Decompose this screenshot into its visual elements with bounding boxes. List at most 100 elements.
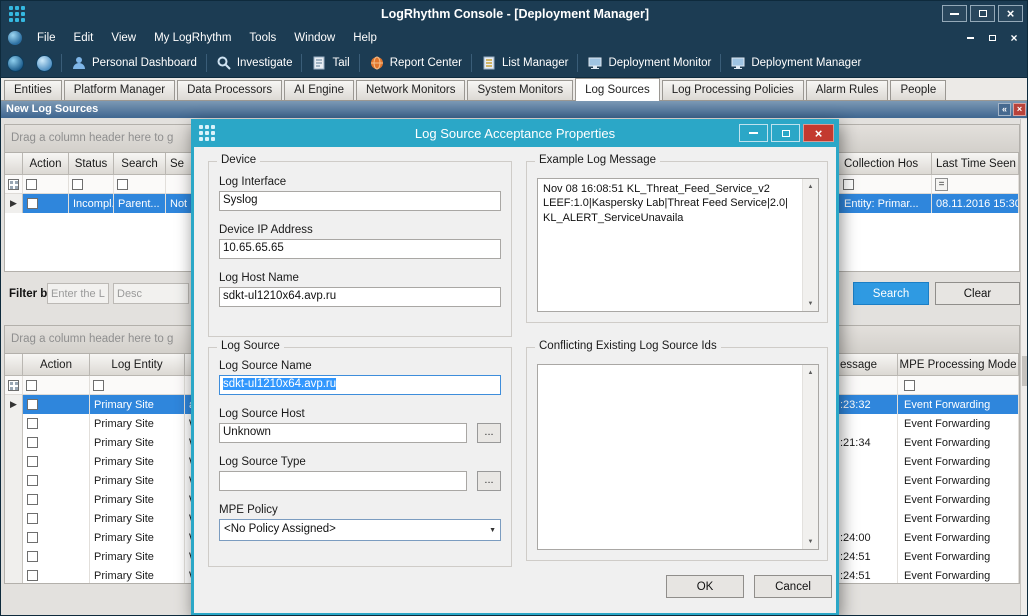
column-header-action[interactable]: Action	[23, 153, 69, 174]
menu-view[interactable]: View	[102, 27, 145, 49]
log-source-filter-input[interactable]	[47, 283, 109, 304]
report-center-button[interactable]: Report Center	[362, 49, 469, 77]
log-source-host-browse-button[interactable]: ...	[477, 423, 501, 443]
menu-tools[interactable]: Tools	[240, 27, 285, 49]
scrollbar-thumb[interactable]	[1022, 356, 1027, 386]
filter-checkbox[interactable]	[117, 179, 128, 190]
dialog-titlebar[interactable]: Log Source Acceptance Properties ×	[191, 119, 839, 147]
log-host-name-field[interactable]: sdkt-ul1210x64.avp.ru	[219, 287, 501, 307]
mdi-close-button[interactable]: ×	[1007, 31, 1021, 45]
mdi-minimize-button[interactable]	[963, 31, 977, 45]
dialog-close-button[interactable]: ×	[803, 124, 834, 142]
tab-data-processors[interactable]: Data Processors	[177, 80, 282, 100]
column-header-mpe-processing-mode[interactable]: MPE Processing Mode	[898, 354, 1019, 375]
column-header-log-entity[interactable]: Log Entity	[90, 354, 185, 375]
log-source-host-field[interactable]: Unknown	[219, 423, 467, 443]
menu-file[interactable]: File	[28, 27, 65, 49]
row-checkbox[interactable]	[27, 437, 38, 448]
column-header-message-cut[interactable]: essage	[840, 354, 898, 375]
row-checkbox[interactable]	[27, 513, 38, 524]
scroll-down-icon[interactable]: ▼	[803, 534, 818, 549]
status-cell: Incompl...	[69, 194, 114, 213]
tab-log-sources[interactable]: Log Sources	[575, 78, 660, 101]
row-checkbox[interactable]	[27, 551, 38, 562]
tab-ai-engine[interactable]: AI Engine	[284, 80, 354, 100]
menu-my-logrhythm[interactable]: My LogRhythm	[145, 27, 240, 49]
filter-checkbox[interactable]	[843, 179, 854, 190]
row-checkbox[interactable]	[27, 456, 38, 467]
tab-platform-manager[interactable]: Platform Manager	[64, 80, 175, 100]
tab-log-processing-policies[interactable]: Log Processing Policies	[662, 80, 804, 100]
tab-entities[interactable]: Entities	[4, 80, 62, 100]
restore-button[interactable]	[970, 5, 995, 22]
menu-window[interactable]: Window	[285, 27, 344, 49]
log-source-name-field[interactable]: sdkt-ul1210x64.avp.ru	[219, 375, 501, 395]
menu-edit[interactable]: Edit	[65, 27, 103, 49]
filter-equals-operator[interactable]: =	[935, 178, 948, 191]
textarea-scrollbar[interactable]: ▲ ▼	[802, 179, 818, 311]
ok-button[interactable]: OK	[666, 575, 744, 598]
search-button[interactable]: Search	[853, 282, 929, 305]
panel-collapse-button[interactable]: «	[998, 103, 1011, 116]
device-ip-field[interactable]: 10.65.65.65	[219, 239, 501, 259]
report-center-label: Report Center	[390, 57, 462, 69]
personal-dashboard-button[interactable]: Personal Dashboard	[64, 49, 204, 77]
scroll-down-icon[interactable]: ▼	[803, 296, 818, 311]
deployment-monitor-button[interactable]: Deployment Monitor	[580, 49, 718, 77]
filter-checkbox[interactable]	[93, 380, 104, 391]
column-header-collection-host[interactable]: Collection Hos	[840, 153, 932, 174]
deployment-manager-button[interactable]: Deployment Manager	[723, 49, 868, 77]
cancel-button[interactable]: Cancel	[754, 575, 832, 598]
vertical-scrollbar[interactable]	[1020, 119, 1028, 616]
row-checkbox[interactable]	[27, 475, 38, 486]
menu-help[interactable]: Help	[344, 27, 386, 49]
row-checkbox[interactable]	[27, 399, 38, 410]
mpe-processing-mode-cell: Event Forwarding	[898, 547, 1019, 566]
tab-system-monitors[interactable]: System Monitors	[467, 80, 573, 100]
example-log-message-textarea[interactable]: Nov 08 16:08:51 KL_Threat_Feed_Service_v…	[537, 178, 819, 312]
example-group-legend: Example Log Message	[535, 154, 660, 166]
textarea-scrollbar[interactable]: ▲ ▼	[802, 365, 818, 549]
globe-icon[interactable]	[36, 55, 53, 72]
tail-button[interactable]: Tail	[304, 49, 356, 77]
filter-checkbox[interactable]	[904, 380, 915, 391]
dialog-maximize-button[interactable]	[771, 124, 800, 142]
dialog-minimize-button[interactable]	[739, 124, 768, 142]
log-source-type-field[interactable]	[219, 471, 467, 491]
log-interface-field[interactable]: Syslog	[219, 191, 501, 211]
mpe-processing-mode-cell: Event Forwarding	[898, 509, 1019, 528]
list-manager-button[interactable]: List Manager	[474, 49, 575, 77]
column-header-status[interactable]: Status	[69, 153, 114, 174]
filter-grid-icon[interactable]	[8, 179, 19, 190]
tab-alarm-rules[interactable]: Alarm Rules	[806, 80, 889, 100]
column-header-action[interactable]: Action	[23, 354, 90, 375]
filter-checkbox[interactable]	[72, 179, 83, 190]
log-source-type-browse-button[interactable]: ...	[477, 471, 501, 491]
web-console-icon[interactable]	[7, 55, 24, 72]
minimize-button[interactable]	[942, 5, 967, 22]
investigate-button[interactable]: Investigate	[209, 49, 300, 77]
mpe-policy-dropdown[interactable]: <No Policy Assigned> ▼	[219, 519, 501, 541]
row-checkbox[interactable]	[27, 198, 38, 209]
log-interface-label: Log Interface	[219, 176, 286, 188]
filter-grid-icon[interactable]	[8, 380, 19, 391]
row-checkbox[interactable]	[27, 532, 38, 543]
column-header-last-time-seen[interactable]: Last Time Seen	[932, 153, 1019, 174]
filter-checkbox[interactable]	[26, 179, 37, 190]
mdi-restore-button[interactable]	[985, 31, 999, 45]
row-checkbox[interactable]	[27, 418, 38, 429]
tab-network-monitors[interactable]: Network Monitors	[356, 80, 465, 100]
scroll-up-icon[interactable]: ▲	[803, 179, 818, 194]
clear-button[interactable]: Clear	[935, 282, 1020, 305]
panel-close-button[interactable]: ×	[1013, 103, 1026, 116]
column-header-search[interactable]: Search	[114, 153, 166, 174]
scroll-up-icon[interactable]: ▲	[803, 365, 818, 380]
close-button[interactable]: ×	[998, 5, 1023, 22]
filter-checkbox[interactable]	[26, 380, 37, 391]
conflicting-ids-textarea[interactable]: ▲ ▼	[537, 364, 819, 550]
tab-people[interactable]: People	[890, 80, 946, 100]
row-checkbox[interactable]	[27, 570, 38, 581]
row-checkbox[interactable]	[27, 494, 38, 505]
description-filter-input[interactable]	[113, 283, 189, 304]
personal-dashboard-label: Personal Dashboard	[92, 57, 197, 69]
